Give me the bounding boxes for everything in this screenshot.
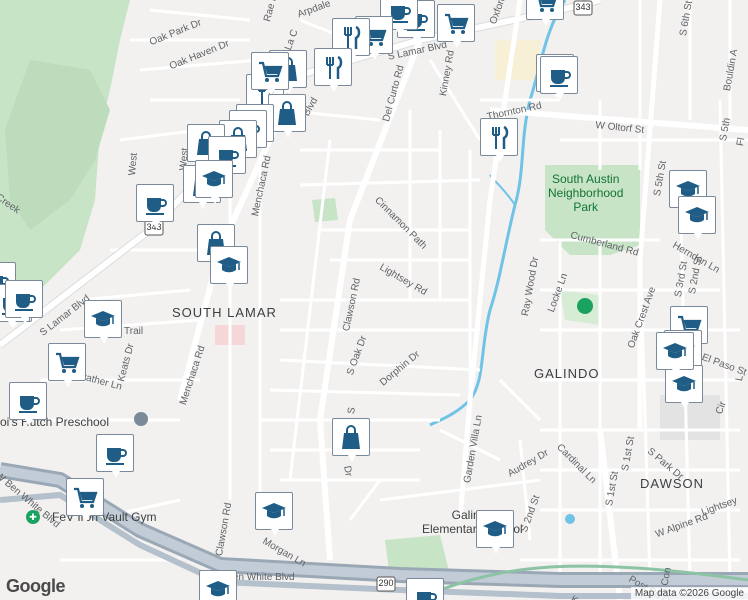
map-marker[interactable] — [480, 118, 518, 162]
preschool-icon — [134, 412, 148, 426]
map-marker[interactable] — [678, 196, 716, 240]
park-tree-icon — [577, 298, 593, 314]
map-marker[interactable] — [5, 280, 43, 324]
google-logo: Google — [6, 576, 66, 596]
map-marker[interactable] — [437, 4, 475, 48]
mortarboard-icon — [206, 581, 230, 597]
map-canvas[interactable]: SOUTH LAMAR GALINDO DAWSON South Austin … — [0, 0, 748, 600]
map-marker[interactable] — [136, 184, 174, 228]
map-marker[interactable] — [332, 418, 370, 462]
coffee-icon — [550, 70, 571, 87]
coffee-icon — [19, 396, 40, 413]
coffee-icon — [146, 198, 167, 215]
map-marker[interactable] — [406, 578, 444, 600]
bag-icon — [342, 425, 360, 449]
highway-shield: 343 — [573, 0, 593, 16]
street-label-west-1: West — [127, 152, 140, 176]
area-label-dawson: DAWSON — [640, 476, 705, 491]
mortarboard-icon — [685, 207, 709, 223]
map-marker[interactable] — [199, 570, 237, 600]
fork-knife-icon — [326, 55, 343, 79]
map-marker[interactable] — [210, 246, 248, 290]
map-marker[interactable] — [96, 434, 134, 478]
bag-icon — [278, 101, 296, 125]
map-marker[interactable] — [66, 478, 104, 522]
cart-icon — [259, 61, 283, 82]
map-marker[interactable] — [251, 52, 289, 96]
map-marker[interactable] — [314, 48, 352, 92]
street-label-fl: Fl — [735, 136, 748, 147]
mortarboard-icon — [217, 257, 241, 273]
map-marker[interactable] — [665, 365, 703, 409]
mortarboard-icon — [262, 503, 286, 519]
mortarboard-icon — [483, 521, 507, 537]
highway-shield: 290 — [376, 576, 396, 592]
coffee-icon — [417, 592, 437, 600]
map-marker[interactable] — [526, 0, 564, 26]
gym-icon: ✚ — [26, 510, 40, 524]
park-area — [312, 198, 338, 222]
cart-icon — [538, 0, 557, 12]
area-label-south-lamar: SOUTH LAMAR — [172, 305, 277, 320]
map-marker[interactable] — [255, 492, 293, 536]
map-marker[interactable] — [656, 332, 694, 376]
map-marker[interactable] — [9, 382, 47, 426]
map-marker[interactable] — [195, 160, 233, 204]
mortarboard-icon — [202, 171, 226, 187]
cart-icon — [74, 487, 98, 508]
map-credit[interactable]: Map data ©2026 Google — [630, 587, 748, 600]
map-marker[interactable] — [540, 56, 578, 100]
map-marker[interactable] — [84, 300, 122, 344]
map-marker[interactable] — [476, 510, 514, 554]
area-label-galindo: GALINDO — [534, 366, 600, 381]
map-marker[interactable] — [48, 343, 86, 387]
cart-icon — [56, 352, 80, 373]
coffee-icon — [106, 448, 127, 465]
street-label-trail: Trail — [124, 326, 144, 337]
coffee-icon — [15, 294, 36, 311]
park-label-south-austin: South Austin Neighborhood Park — [548, 172, 624, 214]
street-label-dr-bottom: Dr — [341, 465, 354, 478]
mortarboard-icon — [663, 343, 687, 359]
pond — [565, 514, 575, 524]
fork-knife-icon — [492, 125, 509, 149]
commercial-area — [495, 40, 540, 80]
mortarboard-icon — [91, 311, 115, 327]
cart-icon — [445, 13, 469, 34]
